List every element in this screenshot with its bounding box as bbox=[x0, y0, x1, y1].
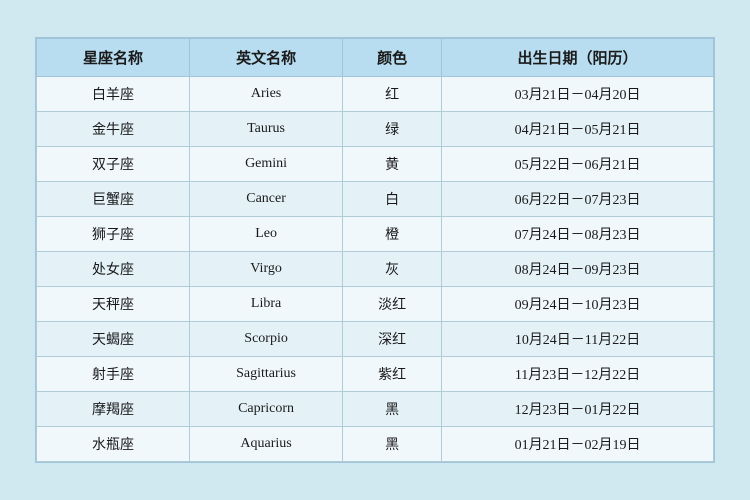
table-row: 摩羯座Capricorn黑12月23日－01月22日 bbox=[37, 392, 714, 427]
col-header-0: 星座名称 bbox=[37, 39, 190, 77]
table-row: 巨蟹座Cancer白06月22日－07月23日 bbox=[37, 182, 714, 217]
cell-r5-c3: 08月24日－09月23日 bbox=[442, 252, 714, 287]
cell-r5-c1: Virgo bbox=[190, 252, 343, 287]
cell-r6-c2: 淡红 bbox=[343, 287, 442, 322]
cell-r1-c0: 金牛座 bbox=[37, 112, 190, 147]
cell-r6-c0: 天秤座 bbox=[37, 287, 190, 322]
cell-r10-c0: 水瓶座 bbox=[37, 427, 190, 462]
col-header-1: 英文名称 bbox=[190, 39, 343, 77]
cell-r1-c1: Taurus bbox=[190, 112, 343, 147]
cell-r4-c3: 07月24日－08月23日 bbox=[442, 217, 714, 252]
cell-r4-c1: Leo bbox=[190, 217, 343, 252]
table-row: 金牛座Taurus绿04月21日－05月21日 bbox=[37, 112, 714, 147]
cell-r2-c2: 黄 bbox=[343, 147, 442, 182]
cell-r3-c1: Cancer bbox=[190, 182, 343, 217]
cell-r3-c0: 巨蟹座 bbox=[37, 182, 190, 217]
cell-r5-c2: 灰 bbox=[343, 252, 442, 287]
cell-r9-c3: 12月23日－01月22日 bbox=[442, 392, 714, 427]
cell-r1-c2: 绿 bbox=[343, 112, 442, 147]
table-row: 水瓶座Aquarius黑01月21日－02月19日 bbox=[37, 427, 714, 462]
col-header-2: 颜色 bbox=[343, 39, 442, 77]
cell-r3-c3: 06月22日－07月23日 bbox=[442, 182, 714, 217]
cell-r10-c3: 01月21日－02月19日 bbox=[442, 427, 714, 462]
table-row: 狮子座Leo橙07月24日－08月23日 bbox=[37, 217, 714, 252]
cell-r0-c0: 白羊座 bbox=[37, 77, 190, 112]
cell-r7-c1: Scorpio bbox=[190, 322, 343, 357]
cell-r0-c1: Aries bbox=[190, 77, 343, 112]
cell-r2-c3: 05月22日－06月21日 bbox=[442, 147, 714, 182]
table-row: 双子座Gemini黄05月22日－06月21日 bbox=[37, 147, 714, 182]
cell-r2-c0: 双子座 bbox=[37, 147, 190, 182]
table-body: 白羊座Aries红03月21日－04月20日金牛座Taurus绿04月21日－0… bbox=[37, 77, 714, 462]
cell-r10-c2: 黑 bbox=[343, 427, 442, 462]
cell-r3-c2: 白 bbox=[343, 182, 442, 217]
table-row: 天秤座Libra淡红09月24日－10月23日 bbox=[37, 287, 714, 322]
cell-r9-c1: Capricorn bbox=[190, 392, 343, 427]
table-header-row: 星座名称英文名称颜色出生日期（阳历） bbox=[37, 39, 714, 77]
cell-r8-c0: 射手座 bbox=[37, 357, 190, 392]
cell-r6-c1: Libra bbox=[190, 287, 343, 322]
col-header-3: 出生日期（阳历） bbox=[442, 39, 714, 77]
cell-r7-c3: 10月24日－11月22日 bbox=[442, 322, 714, 357]
cell-r0-c2: 红 bbox=[343, 77, 442, 112]
cell-r4-c0: 狮子座 bbox=[37, 217, 190, 252]
cell-r6-c3: 09月24日－10月23日 bbox=[442, 287, 714, 322]
zodiac-table-container: 星座名称英文名称颜色出生日期（阳历） 白羊座Aries红03月21日－04月20… bbox=[35, 37, 715, 463]
cell-r2-c1: Gemini bbox=[190, 147, 343, 182]
cell-r7-c2: 深红 bbox=[343, 322, 442, 357]
cell-r10-c1: Aquarius bbox=[190, 427, 343, 462]
cell-r8-c3: 11月23日－12月22日 bbox=[442, 357, 714, 392]
table-row: 射手座Sagittarius紫红11月23日－12月22日 bbox=[37, 357, 714, 392]
cell-r8-c2: 紫红 bbox=[343, 357, 442, 392]
cell-r8-c1: Sagittarius bbox=[190, 357, 343, 392]
cell-r4-c2: 橙 bbox=[343, 217, 442, 252]
table-row: 天蝎座Scorpio深红10月24日－11月22日 bbox=[37, 322, 714, 357]
cell-r5-c0: 处女座 bbox=[37, 252, 190, 287]
cell-r0-c3: 03月21日－04月20日 bbox=[442, 77, 714, 112]
cell-r9-c2: 黑 bbox=[343, 392, 442, 427]
zodiac-table: 星座名称英文名称颜色出生日期（阳历） 白羊座Aries红03月21日－04月20… bbox=[36, 38, 714, 462]
cell-r9-c0: 摩羯座 bbox=[37, 392, 190, 427]
table-row: 处女座Virgo灰08月24日－09月23日 bbox=[37, 252, 714, 287]
table-row: 白羊座Aries红03月21日－04月20日 bbox=[37, 77, 714, 112]
cell-r1-c3: 04月21日－05月21日 bbox=[442, 112, 714, 147]
cell-r7-c0: 天蝎座 bbox=[37, 322, 190, 357]
